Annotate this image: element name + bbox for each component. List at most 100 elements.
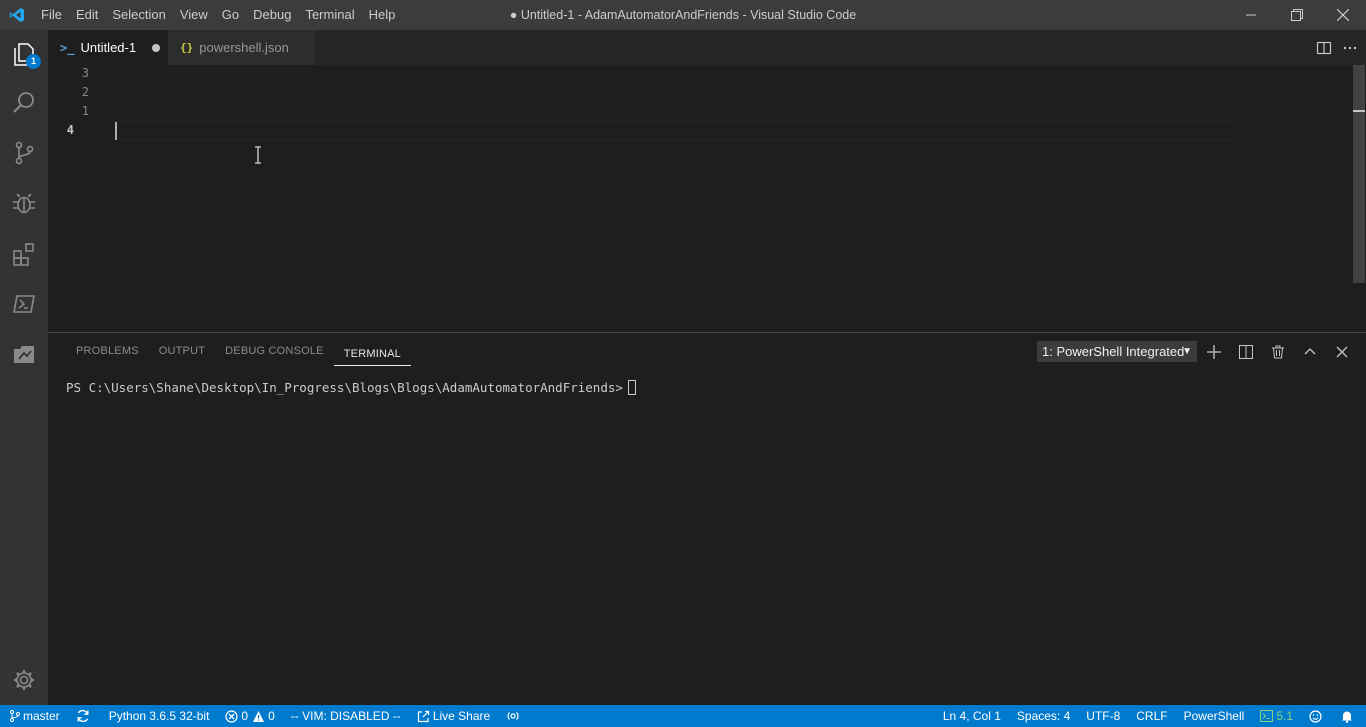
maximize-panel-button[interactable]: [1294, 341, 1326, 362]
menu-terminal[interactable]: Terminal: [298, 0, 361, 30]
activity-debug[interactable]: [0, 180, 48, 228]
bottom-panel: PROBLEMS OUTPUT DEBUG CONSOLE TERMINAL 1…: [48, 332, 1366, 705]
menu-go[interactable]: Go: [215, 0, 246, 30]
feedback-button[interactable]: [1301, 705, 1333, 727]
problems-status[interactable]: 0 0: [217, 705, 282, 727]
tab-problems[interactable]: PROBLEMS: [66, 333, 149, 369]
status-bar: master Python 3.6.5 32-bit 0 0 -- VIM: D…: [0, 705, 1366, 727]
live-share-icon: [417, 710, 429, 722]
git-branch-status[interactable]: master: [0, 705, 68, 727]
close-window-button[interactable]: [1320, 0, 1366, 30]
more-actions-icon[interactable]: [1342, 40, 1358, 56]
search-icon: [13, 92, 34, 113]
powershell-version-icon: [1260, 710, 1274, 722]
chevron-up-icon: [1304, 347, 1316, 354]
menu-selection[interactable]: Selection: [105, 0, 172, 30]
activity-manage[interactable]: [0, 656, 48, 704]
indentation-setting[interactable]: Spaces: 4: [1009, 705, 1078, 727]
unsaved-dot-icon[interactable]: [152, 43, 161, 52]
bell-icon: [1342, 711, 1352, 723]
sync-icon: [77, 709, 89, 723]
minimize-icon: [1246, 14, 1256, 16]
editor-actions: [1316, 30, 1358, 65]
notifications-button[interactable]: [1333, 705, 1366, 727]
sync-button[interactable]: [68, 705, 101, 727]
menu-help[interactable]: Help: [362, 0, 403, 30]
line-number: 1: [81, 104, 89, 118]
editor-tab-bar: >_ Untitled-1 {} powershell.json: [48, 30, 1366, 65]
smiley-icon: [1309, 709, 1322, 723]
live-share-button[interactable]: Live Share: [409, 705, 498, 727]
powershell-version-label: 5.1: [1276, 709, 1293, 723]
ibeam-cursor-icon: [255, 146, 261, 164]
powershell-version[interactable]: 5.1: [1252, 705, 1301, 727]
live-share-label: Live Share: [432, 709, 491, 723]
tab-label: Untitled-1: [80, 40, 137, 55]
split-editor-icon[interactable]: [1316, 40, 1332, 56]
debug-bug-icon: [13, 193, 35, 214]
encoding-setting[interactable]: UTF-8: [1078, 705, 1128, 727]
activity-extensions[interactable]: [0, 230, 48, 278]
menu-bar: File Edit Selection View Go Debug Termin…: [34, 0, 402, 30]
terminal-instance-select[interactable]: 1: PowerShell Integrated ▼: [1037, 341, 1197, 362]
broadcast-icon: [507, 712, 519, 720]
git-branch-icon: [10, 710, 20, 722]
terminal-cursor: [627, 380, 636, 395]
minimize-button[interactable]: [1228, 0, 1274, 30]
warning-icon: [253, 710, 265, 722]
line-number: 2: [81, 85, 89, 99]
code-editor[interactable]: 3 2 1 4: [48, 65, 1366, 332]
scrollbar-thumb[interactable]: [1353, 65, 1365, 283]
gear-icon: [14, 670, 34, 690]
menu-file[interactable]: File: [34, 0, 69, 30]
editor-scrollbar[interactable]: [1352, 65, 1366, 332]
line-number: 3: [81, 66, 89, 80]
activity-remote-explorer[interactable]: [0, 330, 48, 378]
git-branch-label: master: [23, 709, 60, 723]
vscode-logo-icon: [0, 0, 34, 30]
powershell-icon: [13, 295, 35, 313]
tab-output[interactable]: OUTPUT: [149, 333, 215, 369]
tab-label: powershell.json: [199, 40, 289, 55]
warning-count: 0: [268, 709, 275, 723]
source-control-icon: [15, 141, 34, 165]
plus-icon: [1207, 344, 1221, 359]
trash-icon: [1272, 345, 1284, 358]
error-count: 0: [241, 709, 249, 723]
restore-icon: [1291, 9, 1303, 21]
language-mode[interactable]: PowerShell: [1176, 705, 1253, 727]
title-bar: File Edit Selection View Go Debug Termin…: [0, 0, 1366, 30]
tab-terminal[interactable]: TERMINAL: [333, 336, 411, 366]
current-line-highlight: [114, 121, 1234, 140]
split-terminal-button[interactable]: [1230, 341, 1262, 362]
remote-explorer-icon: [14, 346, 34, 363]
error-icon: [225, 709, 239, 723]
python-interpreter[interactable]: Python 3.6.5 32-bit: [101, 705, 218, 727]
close-icon: [1337, 9, 1349, 21]
powershell-file-icon: >_: [60, 40, 75, 55]
restore-button[interactable]: [1274, 0, 1320, 30]
menu-edit[interactable]: Edit: [69, 0, 105, 30]
kill-terminal-button[interactable]: [1262, 341, 1294, 362]
split-icon: [1239, 344, 1253, 359]
line-ending-setting[interactable]: CRLF: [1128, 705, 1175, 727]
cursor-position[interactable]: Ln 4, Col 1: [935, 705, 1009, 727]
close-icon: [1336, 346, 1348, 357]
vim-status[interactable]: -- VIM: DISABLED --: [283, 705, 409, 727]
terminal-select-value: 1: PowerShell Integrated: [1042, 344, 1185, 359]
activity-powershell[interactable]: [0, 280, 48, 328]
json-braces-icon: {}: [180, 41, 194, 54]
new-terminal-button[interactable]: [1198, 341, 1230, 362]
window-controls: [1228, 0, 1366, 30]
menu-debug[interactable]: Debug: [246, 0, 298, 30]
chevron-down-icon: ▼: [1182, 346, 1192, 357]
tab-untitled-1[interactable]: >_ Untitled-1: [48, 30, 168, 65]
tab-debug-console[interactable]: DEBUG CONSOLE: [215, 333, 334, 369]
close-panel-button[interactable]: [1326, 341, 1358, 362]
terminal-output[interactable]: PS C:\Users\Shane\Desktop\In_Progress\Bl…: [66, 380, 636, 395]
menu-view[interactable]: View: [173, 0, 215, 30]
cursor-overview-marker: [1353, 110, 1365, 112]
panel-actions: [1198, 341, 1358, 362]
tab-powershell-json[interactable]: {} powershell.json: [168, 30, 315, 65]
broadcast-button[interactable]: [498, 705, 531, 727]
